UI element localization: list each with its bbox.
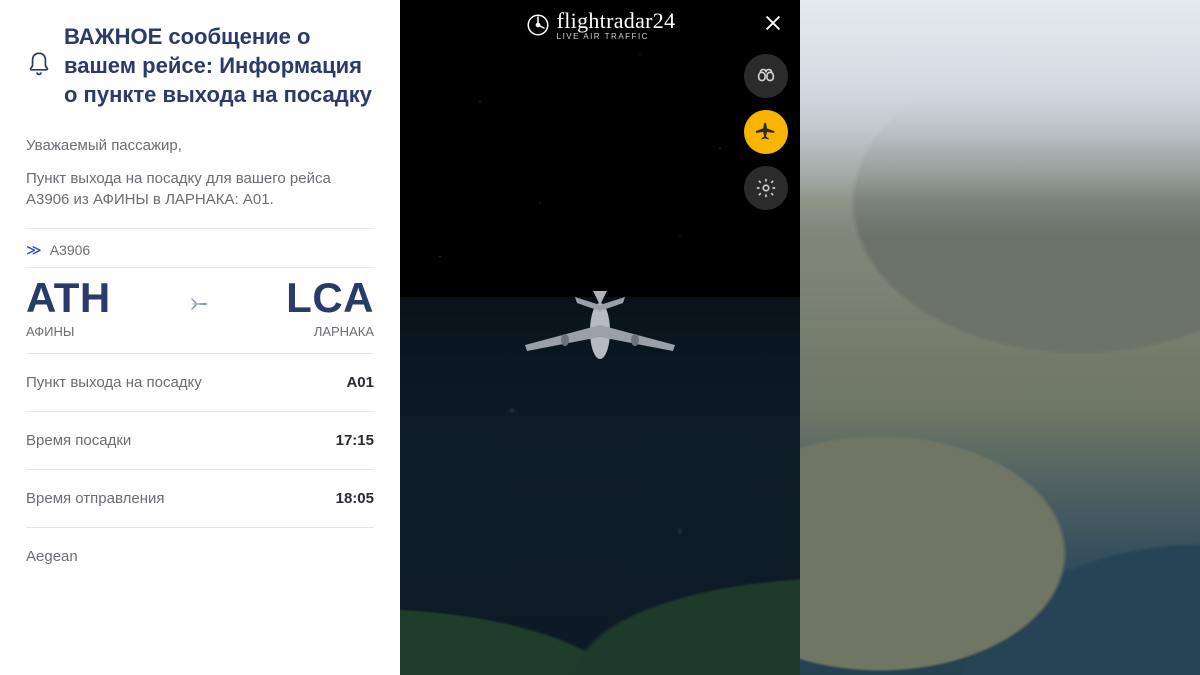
detail-row-boarding: Время посадки 17:15 <box>26 411 374 469</box>
fr24-logo: flightradar24 LIVE AIR TRAFFIC <box>525 8 676 41</box>
bell-icon <box>26 50 52 80</box>
flightradar-3d-panel: flightradar24 LIVE AIR TRAFFIC <box>400 0 800 675</box>
gear-icon <box>755 177 777 199</box>
detail-value: 17:15 <box>336 432 374 449</box>
fr24-toolbar <box>744 54 788 210</box>
notice-title: ВАЖНОЕ сообщение о вашем рейсе: Информац… <box>64 22 374 109</box>
detail-value: A01 <box>346 374 374 391</box>
flight-number-row: ≫ A3906 <box>26 228 374 267</box>
fr24-header: flightradar24 LIVE AIR TRAFFIC <box>400 4 800 41</box>
plane-icon <box>187 293 209 320</box>
detail-label: Пункт выхода на посадку <box>26 374 202 391</box>
chevrons-icon: ≫ <box>26 241 42 259</box>
aircraft-3d-model <box>515 291 685 371</box>
title-row: ВАЖНОЕ сообщение о вашем рейсе: Информац… <box>26 22 374 109</box>
detail-label: Время посадки <box>26 432 131 449</box>
detail-row-gate: Пункт выхода на посадку A01 <box>26 353 374 411</box>
flight-number: A3906 <box>50 242 90 258</box>
route-row: ATH АФИНЫ LCA ЛАРНАКА <box>26 267 374 353</box>
origin-city: АФИНЫ <box>26 324 111 339</box>
close-icon <box>762 12 784 34</box>
origin-code: ATH <box>26 274 111 322</box>
body-text: Пункт выхода на посадку для вашего рейса… <box>26 168 374 210</box>
plane-icon <box>755 121 777 143</box>
settings-button[interactable] <box>744 166 788 210</box>
aerial-photo <box>800 0 1200 675</box>
airline-name: Aegean <box>26 527 374 565</box>
radar-icon <box>525 12 551 38</box>
binoculars-icon <box>755 65 777 87</box>
fr24-brand: flightradar24 <box>557 8 676 34</box>
ar-view-button[interactable] <box>744 54 788 98</box>
detail-label: Время отправления <box>26 490 165 507</box>
origin: ATH АФИНЫ <box>26 274 111 339</box>
3d-aircraft-button[interactable] <box>744 110 788 154</box>
destination: LCA ЛАРНАКА <box>286 274 374 339</box>
boarding-notice-panel: ВАЖНОЕ сообщение о вашем рейсе: Информац… <box>0 0 400 675</box>
greeting-text: Уважаемый пассажир, <box>26 135 374 156</box>
detail-value: 18:05 <box>336 490 374 507</box>
haze-overlay <box>800 0 1200 675</box>
dest-code: LCA <box>286 274 374 322</box>
detail-row-departure: Время отправления 18:05 <box>26 469 374 527</box>
dest-city: ЛАРНАКА <box>314 324 374 339</box>
close-button[interactable] <box>758 8 788 38</box>
